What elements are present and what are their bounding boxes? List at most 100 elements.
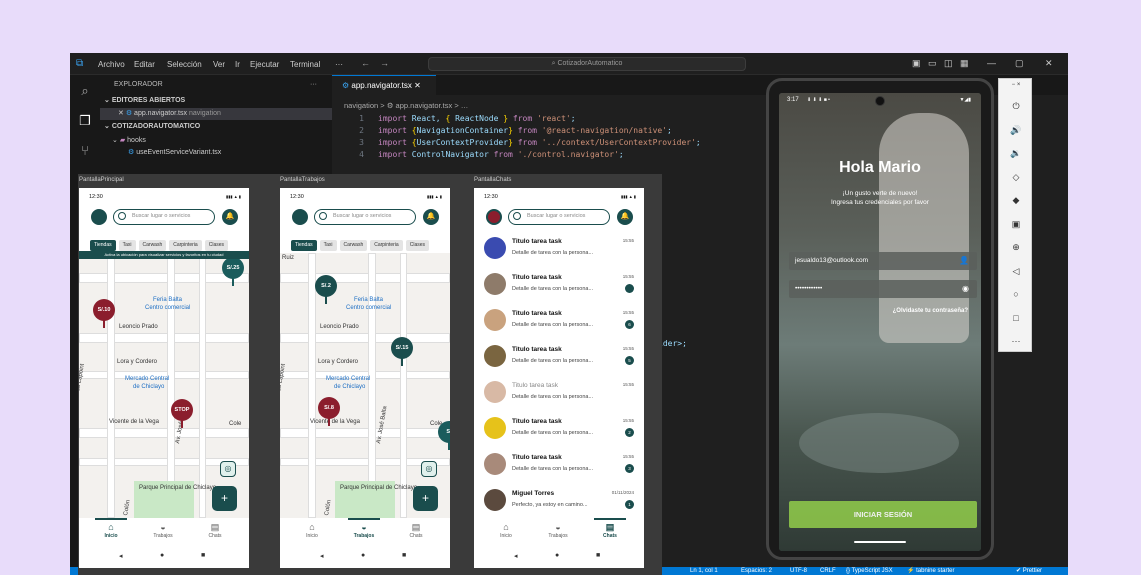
chat-row[interactable]: Titulo tarea task Detalle de tarea con la… <box>474 233 644 269</box>
overview-icon[interactable]: □ <box>999 313 1033 323</box>
tab-trabajos[interactable]: ◒ Trabajos <box>538 522 578 539</box>
chip-carpinteria[interactable]: Carpinteria <box>370 240 403 251</box>
chip-carpinteria[interactable]: Carpinteria <box>169 240 202 251</box>
add-button[interactable]: + <box>413 486 438 511</box>
explorer-icon[interactable]: ❐ <box>77 113 93 129</box>
search-input[interactable]: Buscar lugar o servicios <box>113 209 215 225</box>
window-controls-icon[interactable]: − × <box>999 82 1033 88</box>
login-button[interactable]: INICIAR SESIÓN <box>789 501 977 528</box>
close-button[interactable]: ✕ <box>1045 58 1053 69</box>
chat-row[interactable]: Titulo tarea task Detalle de tarea con la… <box>474 269 644 305</box>
chip-carwash[interactable]: Carwash <box>138 240 167 251</box>
gesture-bar[interactable] <box>854 541 906 543</box>
zoom-icon[interactable]: ⊕ <box>999 242 1033 253</box>
menu-item[interactable]: Ejecutar <box>250 60 279 69</box>
code-line[interactable]: import {NavigationContainer} from '@reac… <box>378 125 672 137</box>
chip-taxi[interactable]: Taxi <box>319 240 337 251</box>
open-editor-item[interactable]: ✕ ⚙ app.navigator.tsx navigation <box>100 108 332 120</box>
home-icon[interactable]: ○ <box>999 289 1033 299</box>
menu-item[interactable]: Selección <box>167 60 202 69</box>
menu-item[interactable]: Ver <box>213 60 225 69</box>
add-button[interactable]: + <box>212 486 237 511</box>
tab-chats[interactable]: ▤ Chats <box>396 522 436 539</box>
my-location-icon[interactable]: ◎ <box>220 461 236 477</box>
recents-icon[interactable]: ■ <box>596 552 600 559</box>
notification-bell-icon[interactable]: 🔔 <box>423 209 439 225</box>
code-fragment[interactable]: ider>; <box>658 339 687 348</box>
menu-item[interactable]: ··· <box>335 60 343 69</box>
panel-icon[interactable]: ▭ <box>928 58 937 69</box>
menu-item[interactable]: Editar <box>134 60 155 69</box>
tab-chats[interactable]: ▤ Chats <box>195 522 235 539</box>
back-icon[interactable]: ◂ <box>119 552 123 560</box>
customize-icon[interactable]: ▦ <box>960 58 969 69</box>
menu-item[interactable]: Terminal <box>290 60 320 69</box>
source-control-icon[interactable]: ⑂ <box>77 143 93 159</box>
back-icon[interactable]: ◁ <box>999 266 1033 277</box>
layout-icon[interactable]: ▣ <box>912 58 921 69</box>
eye-icon[interactable]: ◉ <box>962 280 969 298</box>
status-item[interactable]: {} TypeScript JSX <box>846 567 893 575</box>
search-input[interactable]: Buscar lugar o servicios <box>508 209 610 225</box>
price-pin[interactable]: S/ <box>438 421 450 450</box>
forward-icon[interactable]: → <box>380 58 389 68</box>
map-view[interactable]: Feria Balta Centro comercial Leoncio Prado… <box>79 253 249 518</box>
chip-clases[interactable]: Clases <box>405 240 430 251</box>
status-item[interactable]: CRLF <box>820 567 836 575</box>
recents-icon[interactable]: ■ <box>201 552 205 559</box>
back-icon[interactable]: ← <box>361 58 370 68</box>
home-icon[interactable]: ● <box>361 552 365 559</box>
status-item[interactable]: ⚡ tabnine starter <box>907 567 955 575</box>
code-line[interactable]: import React, { ReactNode } from 'react'… <box>378 113 576 125</box>
open-editors-header[interactable]: ⌄ EDITORES ABIERTOS <box>100 95 332 107</box>
email-field[interactable]: jesualdo13@outlook.com 👤 <box>789 252 977 270</box>
chip-clases[interactable]: Clases <box>204 240 229 251</box>
explorer-more-icon[interactable]: ··· <box>310 79 330 91</box>
maximize-button[interactable]: ▢ <box>1015 58 1024 69</box>
status-item[interactable]: Espacios: 2 <box>741 567 772 575</box>
chat-row[interactable]: Titulo tarea task Detalle de tarea con la… <box>474 305 644 341</box>
notification-bell-icon[interactable]: 🔔 <box>617 209 633 225</box>
map-view[interactable]: Feria Balta Centro comercial Leoncio Prado… <box>280 253 450 518</box>
more-icon[interactable]: ··· <box>999 336 1033 346</box>
status-item[interactable]: ✔ Prettier <box>1016 567 1042 575</box>
status-item[interactable]: UTF-8 <box>790 567 807 575</box>
tab-inicio[interactable]: ⌂ Inicio <box>486 522 526 539</box>
tab-trabajos[interactable]: ◒ Trabajos <box>143 522 183 539</box>
minimize-button[interactable]: — <box>987 58 996 68</box>
chip-tiendas[interactable]: Tiendas <box>291 240 317 251</box>
power-icon[interactable]: ⏻ <box>999 101 1033 112</box>
tab-inicio[interactable]: ⌂ Inicio <box>292 522 332 539</box>
split-icon[interactable]: ◫ <box>944 58 953 69</box>
tab-inicio[interactable]: ⌂ Inicio <box>91 518 131 539</box>
menu-item[interactable]: Ir <box>235 60 240 69</box>
chat-row[interactable]: Titulo tarea task Detalle de tarea con la… <box>474 341 644 377</box>
project-header[interactable]: ⌄ COTIZADORAUTOMATICO <box>100 121 332 133</box>
tab-chats[interactable]: ▤ Chats <box>590 518 630 539</box>
chat-row[interactable]: Titulo tarea task Detalle de tarea con la… <box>474 413 644 449</box>
command-search[interactable]: ⌕ CotizadorAutomatico <box>428 57 746 71</box>
code-line[interactable]: import {UserContextProvider} from '../co… <box>378 137 701 149</box>
price-pin[interactable]: STOP <box>171 399 193 428</box>
password-field[interactable]: •••••••••••• ◉ <box>789 280 977 298</box>
location-banner[interactable]: Activa la ubicación para visualizar serv… <box>79 251 249 259</box>
home-icon[interactable]: ● <box>160 552 164 559</box>
chat-row[interactable]: Titulo tarea task Detalle de tarea con la… <box>474 377 644 413</box>
tab-trabajos[interactable]: ◒ Trabajos <box>344 518 384 539</box>
recents-icon[interactable]: ■ <box>402 552 406 559</box>
chip-carwash[interactable]: Carwash <box>339 240 368 251</box>
price-pin[interactable]: S/.25 <box>222 257 244 286</box>
folder-hooks[interactable]: ⌄ ▰ hooks <box>100 135 332 147</box>
volume-up-icon[interactable]: 🔊 <box>999 125 1033 136</box>
home-icon[interactable]: ● <box>555 552 559 559</box>
chip-tiendas[interactable]: Tiendas <box>90 240 116 251</box>
back-icon[interactable]: ◂ <box>514 552 518 560</box>
code-line[interactable]: import ControlNavigator from './control.… <box>378 149 624 161</box>
notification-bell-icon[interactable]: 🔔 <box>222 209 238 225</box>
price-pin[interactable]: S/.10 <box>93 299 115 328</box>
avatar[interactable] <box>91 209 107 225</box>
avatar[interactable] <box>486 209 502 225</box>
forgot-password-link[interactable]: ¿Olvidaste tu contraseña? <box>893 308 968 314</box>
volume-down-icon[interactable]: 🔉 <box>999 148 1033 159</box>
avatar[interactable] <box>292 209 308 225</box>
